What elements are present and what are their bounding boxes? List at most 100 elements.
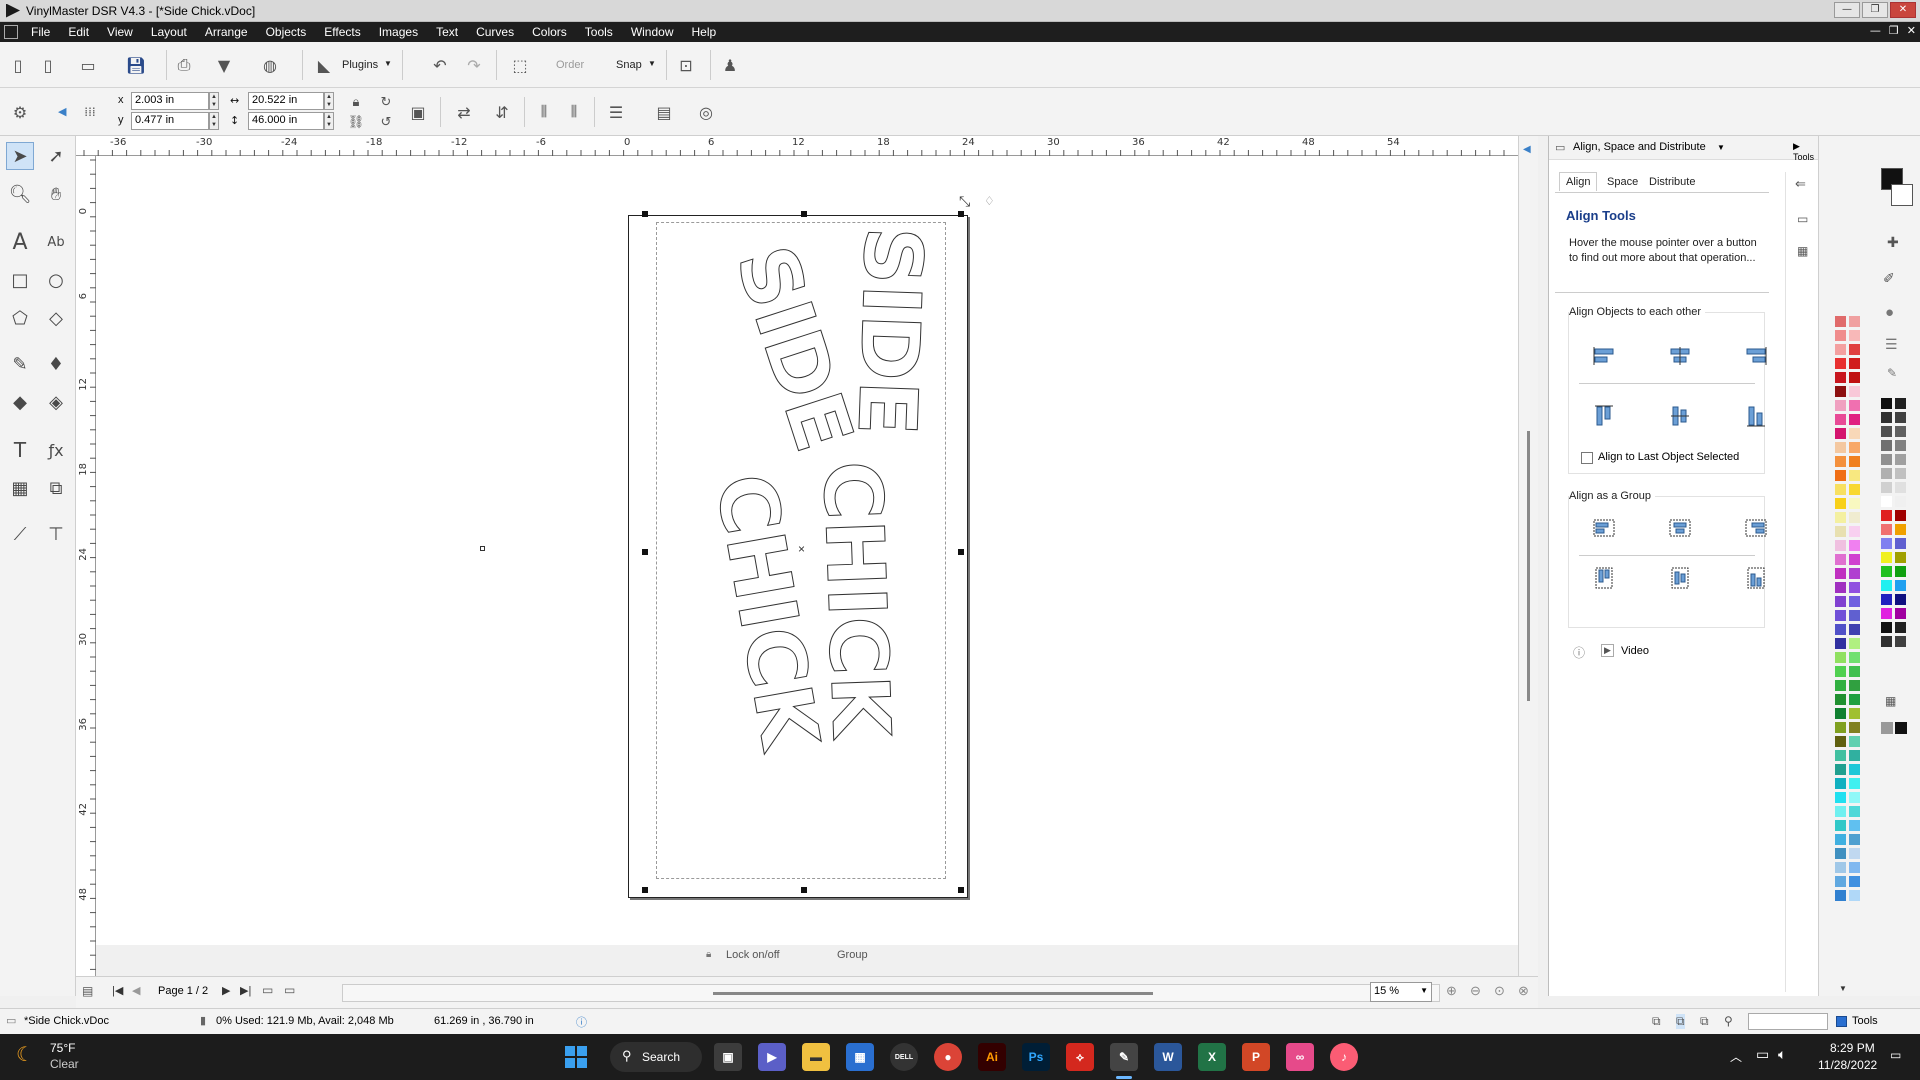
color-swatch[interactable] — [1835, 526, 1846, 537]
view-mode-icon[interactable]: ⧉ — [1700, 1014, 1709, 1029]
eyedropper-icon[interactable]: ✚ — [1887, 234, 1899, 251]
color-swatch[interactable] — [1849, 414, 1860, 425]
color-swatch[interactable] — [1835, 456, 1846, 467]
reference-point-icon[interactable]: ⁞⁞⁞ — [78, 100, 102, 124]
page-settings-icon[interactable]: ▤ — [82, 984, 93, 998]
snap-button[interactable]: Snap — [616, 59, 642, 71]
rotate-ccw-icon[interactable]: ↺ — [374, 110, 398, 134]
itunes-icon[interactable]: ♪ — [1330, 1043, 1358, 1071]
transform-icon[interactable]: ⬚ — [508, 53, 532, 77]
doc-restore-button[interactable]: ❐ — [1889, 24, 1899, 37]
color-swatch[interactable] — [1835, 834, 1846, 845]
illustrator-icon[interactable]: Ai — [978, 1043, 1006, 1071]
color-swatch[interactable] — [1835, 848, 1846, 859]
pen-tool-icon[interactable]: ✎ — [6, 350, 34, 378]
color-swatch[interactable] — [1835, 722, 1846, 733]
menu-edit[interactable]: Edit — [59, 25, 98, 39]
color-swatch[interactable] — [1895, 524, 1906, 535]
color-swatch[interactable] — [1835, 414, 1846, 425]
group-align-top-icon[interactable] — [1591, 565, 1617, 591]
color-swatch[interactable] — [1849, 806, 1860, 817]
selection-handle[interactable] — [958, 211, 964, 217]
combine-tool-icon[interactable]: ⧉ — [42, 474, 70, 502]
color-swatch[interactable] — [1835, 372, 1846, 383]
help-icon[interactable]: ⓘ — [1573, 644, 1585, 661]
menu-curves[interactable]: Curves — [467, 25, 523, 39]
zoom-fit-icon[interactable]: ⊙ — [1494, 983, 1505, 999]
color-swatch[interactable] — [1849, 358, 1860, 369]
color-swatch[interactable] — [1881, 636, 1892, 647]
color-swatch[interactable] — [1849, 848, 1860, 859]
production-manager-icon[interactable]: ◍ — [258, 53, 282, 77]
color-swatch[interactable] — [1835, 820, 1846, 831]
horizontal-scrollbar[interactable] — [342, 984, 1440, 1002]
zoom-in-icon[interactable]: ⊕ — [1446, 983, 1457, 999]
mirror-vertical-icon[interactable]: ⇵ — [490, 100, 514, 124]
color-swatch[interactable] — [1849, 582, 1860, 593]
selection-handle[interactable] — [642, 549, 648, 555]
color-swatch[interactable] — [1835, 442, 1846, 453]
color-swatch[interactable] — [1881, 552, 1892, 563]
pick-tool-icon[interactable]: ➤ — [6, 142, 34, 170]
color-swatch[interactable] — [1849, 610, 1860, 621]
task-view-icon[interactable]: ▣ — [714, 1043, 742, 1071]
order-button[interactable]: Order — [556, 59, 584, 71]
color-swatch[interactable] — [1895, 538, 1906, 549]
export-icon[interactable]: ▭ — [76, 53, 100, 77]
color-swatch[interactable] — [1849, 736, 1860, 747]
align-objects-icon[interactable]: ▤ — [652, 100, 676, 124]
zoom-field[interactable]: 15 % ▼ — [1370, 982, 1432, 1002]
network-icon[interactable]: ▭ — [1756, 1046, 1769, 1063]
collapse-arrow-icon[interactable]: ◀ — [58, 105, 66, 118]
color-swatch[interactable] — [1895, 482, 1906, 493]
color-swatch[interactable] — [1835, 512, 1846, 523]
color-swatch[interactable] — [1849, 666, 1860, 677]
align-bottom-icon[interactable] — [1743, 403, 1769, 429]
center-marker-icon[interactable]: × — [798, 542, 805, 556]
camera-icon[interactable]: ▣ — [406, 100, 430, 124]
open-document-icon[interactable]: ▯ — [36, 53, 60, 77]
color-swatch[interactable] — [1835, 400, 1846, 411]
color-swatch[interactable] — [1849, 344, 1860, 355]
selection-handle[interactable] — [958, 549, 964, 555]
text-frame-tool-icon[interactable]: Ab — [42, 228, 70, 256]
menu-window[interactable]: Window — [622, 25, 683, 39]
color-swatch[interactable] — [1849, 708, 1860, 719]
zoom-tool-icon[interactable]: 🔍︎ — [6, 180, 34, 208]
start-icon[interactable] — [562, 1043, 590, 1071]
color-swatch[interactable] — [1849, 834, 1860, 845]
zoom-dropdown-icon[interactable]: ▼ — [1420, 986, 1428, 995]
color-swatch[interactable] — [1835, 540, 1846, 551]
panel-collapse-icon[interactable]: ◀ — [1523, 144, 1531, 155]
menu-view[interactable]: View — [98, 25, 142, 39]
circle-swatch-icon[interactable]: ● — [1885, 304, 1894, 321]
color-swatch[interactable] — [1835, 428, 1846, 439]
tab-space[interactable]: Space — [1607, 176, 1638, 188]
selection-handle[interactable] — [642, 887, 648, 893]
color-swatch[interactable] — [1881, 454, 1892, 465]
doc-minimize-button[interactable]: — — [1870, 24, 1881, 37]
undo-icon[interactable]: ↶ — [428, 53, 452, 77]
creative-cloud-icon[interactable]: ∞ — [1286, 1043, 1314, 1071]
color-swatch[interactable] — [1881, 608, 1892, 619]
node-edit-icon[interactable]: ◎ — [694, 100, 718, 124]
x-position-field[interactable]: 2.003 in — [131, 92, 209, 110]
plugins-icon[interactable]: ◣ — [312, 53, 336, 77]
plugins-button[interactable]: Plugins — [342, 59, 378, 71]
type-tool-icon[interactable]: T — [6, 436, 34, 464]
color-swatch[interactable] — [1881, 594, 1892, 605]
color-swatch[interactable] — [1835, 876, 1846, 887]
color-swatch[interactable] — [1895, 496, 1906, 507]
weed-border-icon[interactable]: ⊡ — [674, 53, 698, 77]
volume-icon[interactable]: 🔈︎ — [1778, 1046, 1786, 1063]
color-swatch[interactable] — [1835, 862, 1846, 873]
color-swatch[interactable] — [1881, 412, 1892, 423]
color-swatch[interactable] — [1835, 792, 1846, 803]
tab-align[interactable]: Align — [1559, 172, 1598, 191]
new-document-icon[interactable]: ▯ — [6, 53, 30, 77]
color-swatch[interactable] — [1849, 638, 1860, 649]
tab-distribute[interactable]: Distribute — [1649, 176, 1695, 188]
next-page-icon[interactable]: ▶ — [222, 984, 230, 997]
color-swatch[interactable] — [1835, 652, 1846, 663]
group-align-center-icon[interactable] — [1667, 515, 1693, 541]
